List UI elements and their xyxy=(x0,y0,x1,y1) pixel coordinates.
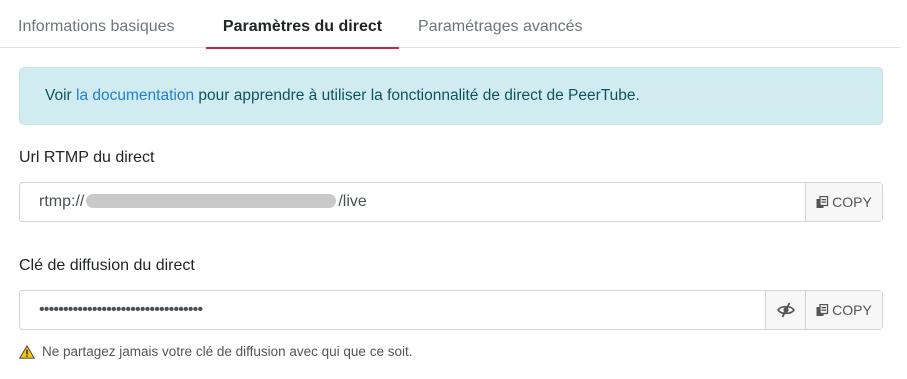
tab-advanced-settings[interactable]: Paramétrages avancés xyxy=(418,0,583,48)
copy-stream-key-label: COPY xyxy=(832,302,872,318)
copy-stream-key-button[interactable]: COPY xyxy=(805,291,882,329)
alert-suffix: pour apprendre à utiliser la fonctionnal… xyxy=(194,87,640,104)
tab-live-settings[interactable]: Paramètres du direct xyxy=(206,0,399,49)
rtmp-url-prefix: rtmp:// xyxy=(39,193,85,210)
copy-icon xyxy=(816,303,829,316)
stream-key-masked-value: •••••••••••••••••••••••••••••••••• xyxy=(39,301,203,318)
stream-key-group: •••••••••••••••••••••••••••••••••• COPY xyxy=(19,290,883,330)
warning-icon xyxy=(19,344,35,359)
rtmp-url-group: rtmp:// /live COPY xyxy=(19,182,883,222)
rtmp-url-label: Url RTMP du direct xyxy=(19,149,155,166)
live-settings-page: Informations basiques Paramètres du dire… xyxy=(0,0,907,379)
alert-prefix: Voir xyxy=(45,87,77,104)
stream-key-label: Clé de diffusion du direct xyxy=(19,257,195,274)
rtmp-url-suffix: /live xyxy=(338,193,367,210)
security-warning: Ne partagez jamais votre clé de diffusio… xyxy=(19,344,412,359)
eye-slash-icon xyxy=(776,302,795,318)
info-alert: Voir la documentation pour apprendre à u… xyxy=(19,67,883,125)
documentation-link[interactable]: la documentation xyxy=(76,87,194,104)
toggle-visibility-button[interactable] xyxy=(765,291,805,329)
rtmp-url-input[interactable]: rtmp:// /live xyxy=(20,183,804,221)
redacted-host xyxy=(86,194,337,208)
stream-key-input[interactable]: •••••••••••••••••••••••••••••••••• xyxy=(20,291,764,329)
copy-rtmp-button[interactable]: COPY xyxy=(805,183,882,221)
copy-rtmp-label: COPY xyxy=(832,194,872,210)
warning-text: Ne partagez jamais votre clé de diffusio… xyxy=(42,344,413,359)
copy-icon xyxy=(816,195,829,208)
tab-bar: Informations basiques Paramètres du dire… xyxy=(0,0,901,49)
tab-basic-info[interactable]: Informations basiques xyxy=(18,0,175,48)
